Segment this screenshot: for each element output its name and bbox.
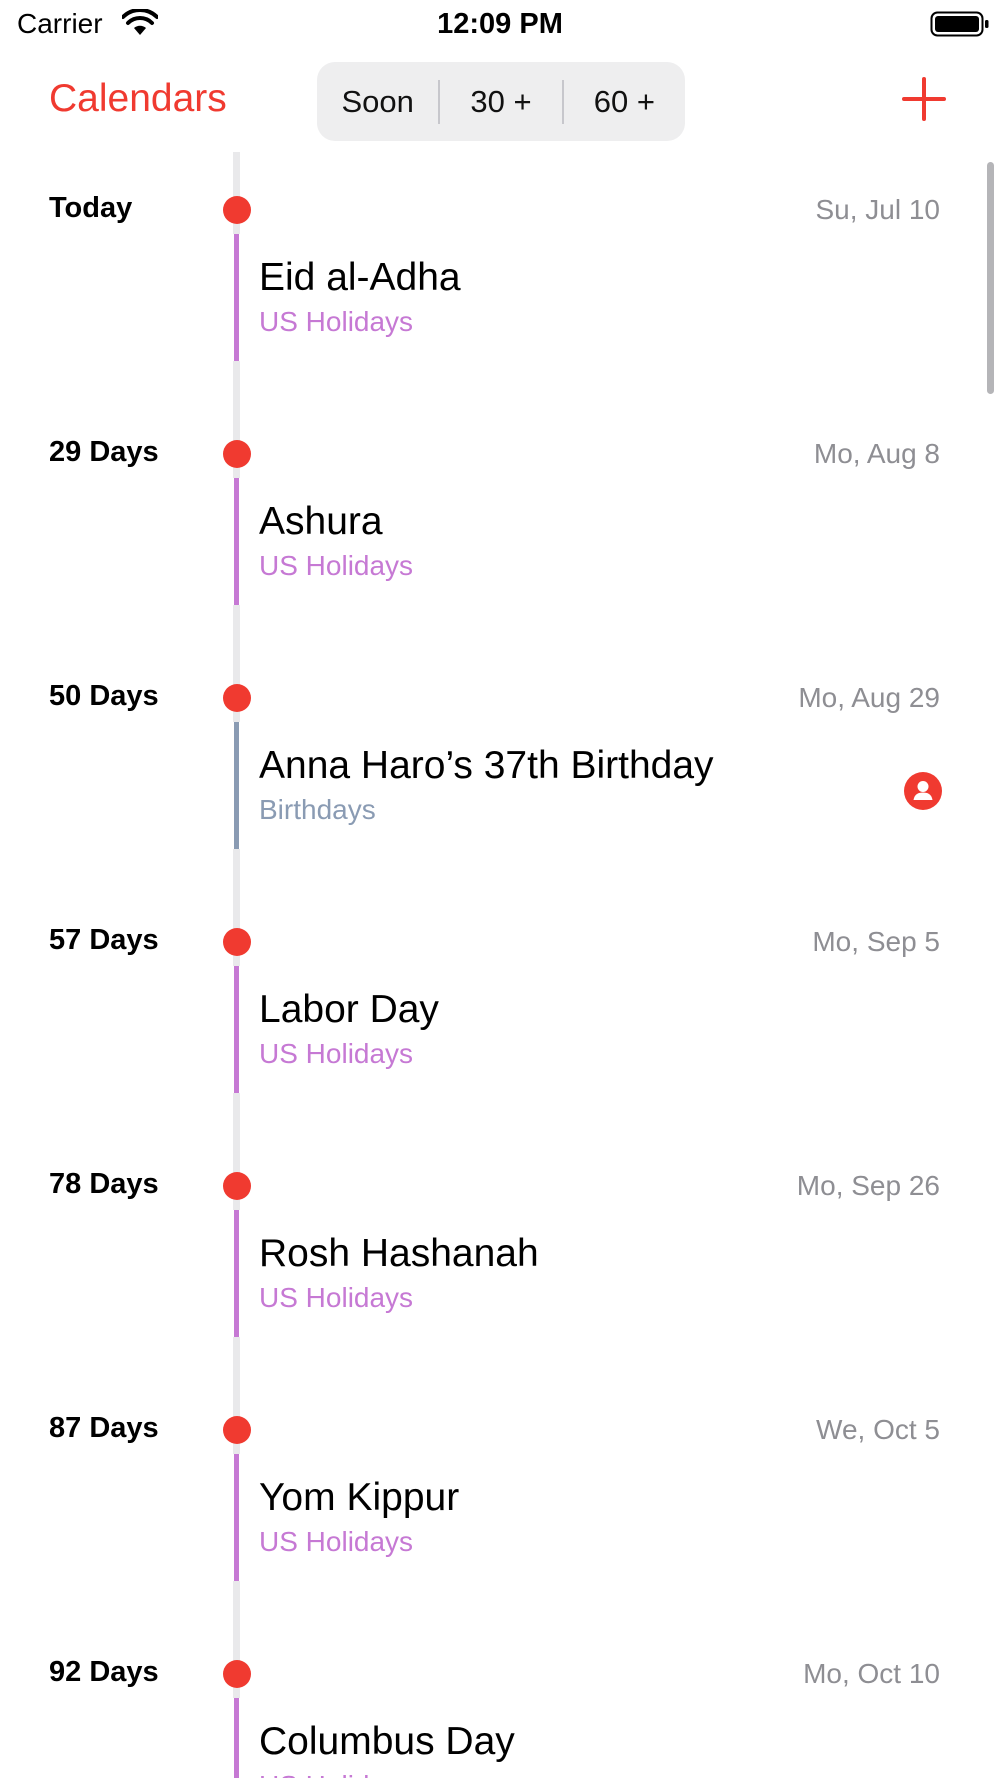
event-date-label: We, Oct 5 (816, 1414, 940, 1445)
day-header: 92 Days Mo, Oct 10 (0, 1644, 1000, 1704)
range-segmented-control: Soon 30 + 60 + (317, 62, 685, 141)
timeline-dot (223, 684, 251, 712)
event-calendar-name: US Holidays (259, 306, 414, 337)
event-title: Ashura (259, 500, 383, 543)
day-header: 29 Days Mo, Aug 8 (0, 424, 1000, 484)
event-row[interactable]: Labor Day US Holidays (0, 966, 1000, 1093)
event-row[interactable]: Columbus Day US Holidays (0, 1698, 1000, 1778)
calendar-color-bar (234, 722, 239, 849)
event-date-label: Mo, Sep 5 (812, 926, 940, 957)
event-title: Eid al-Adha (259, 256, 461, 299)
event-row[interactable]: Rosh Hashanah US Holidays (0, 1210, 1000, 1337)
timeline-dot (223, 928, 251, 956)
event-row[interactable]: Yom Kippur US Holidays (0, 1454, 1000, 1581)
timeline-list: Today Su, Jul 10 Eid al-Adha US Holidays 29 … (0, 152, 1000, 1778)
nav-bar: Calendars Soon 30 + 60 + (0, 55, 1000, 145)
day-header: 78 Days Mo, Sep 26 (0, 1156, 1000, 1216)
event-date-label: Mo, Aug 8 (813, 438, 940, 469)
day-header: 57 Days Mo, Sep 5 (0, 912, 1000, 972)
status-bar: Carrier 12:09 PM (0, 0, 1000, 50)
event-calendar-name: Birthdays (259, 794, 376, 825)
battery-icon (930, 11, 989, 37)
calendar-color-bar (234, 478, 239, 605)
segment-60-plus[interactable]: 60 + (564, 62, 685, 141)
segment-soon[interactable]: Soon (317, 62, 438, 141)
contact-icon[interactable] (904, 772, 942, 810)
event-date-label: Mo, Oct 10 (803, 1658, 940, 1689)
status-time: 12:09 PM (437, 8, 563, 40)
event-calendar-name: US Holidays (259, 1770, 413, 1778)
days-until-label: 92 Days (49, 1656, 159, 1688)
event-row[interactable]: Eid al-Adha US Holidays (0, 234, 1000, 361)
timeline-dot (223, 440, 251, 468)
calendar-color-bar (234, 1698, 239, 1778)
days-until-label: 78 Days (49, 1168, 159, 1200)
plus-icon[interactable] (902, 77, 946, 121)
days-until-label: 29 Days (49, 436, 159, 468)
days-until-label: Today (49, 192, 133, 224)
timeline-dot (223, 196, 251, 224)
event-title: Rosh Hashanah (259, 1232, 539, 1275)
day-header: 87 Days We, Oct 5 (0, 1400, 1000, 1460)
event-calendar-name: US Holidays (259, 1526, 414, 1557)
event-calendar-name: US Holidays (259, 1282, 414, 1313)
day-header: Today Su, Jul 10 (0, 180, 1000, 240)
days-until-label: 57 Days (49, 924, 159, 956)
event-title: Labor Day (259, 988, 439, 1031)
calendar-color-bar (234, 966, 239, 1093)
calendar-color-bar (234, 1454, 239, 1581)
timeline-dot (223, 1172, 251, 1200)
day-header: 50 Days Mo, Aug 29 (0, 668, 1000, 728)
timeline-dot (223, 1660, 251, 1688)
event-title: Yom Kippur (259, 1476, 460, 1519)
event-title: Anna Haro’s 37th Birthday (259, 744, 714, 787)
event-calendar-name: US Holidays (259, 1038, 414, 1069)
days-until-label: 50 Days (49, 680, 159, 712)
calendar-color-bar (234, 1210, 239, 1337)
event-row[interactable]: Anna Haro’s 37th Birthday Birthdays (0, 722, 1000, 849)
event-date-label: Mo, Aug 29 (798, 682, 940, 713)
timeline-dot (223, 1416, 251, 1444)
event-date-label: Su, Jul 10 (815, 194, 940, 225)
app-root: Carrier 12:09 PM Calendars Soon 30 + 60 … (0, 0, 1000, 1778)
days-until-label: 87 Days (49, 1412, 159, 1444)
event-calendar-name: US Holidays (259, 550, 414, 581)
calendar-color-bar (234, 234, 239, 361)
event-date-label: Mo, Sep 26 (796, 1170, 940, 1201)
segment-30-plus[interactable]: 30 + (440, 62, 561, 141)
event-title: Columbus Day (259, 1720, 515, 1763)
calendars-button[interactable]: Calendars (49, 77, 227, 121)
event-row[interactable]: Ashura US Holidays (0, 478, 1000, 605)
